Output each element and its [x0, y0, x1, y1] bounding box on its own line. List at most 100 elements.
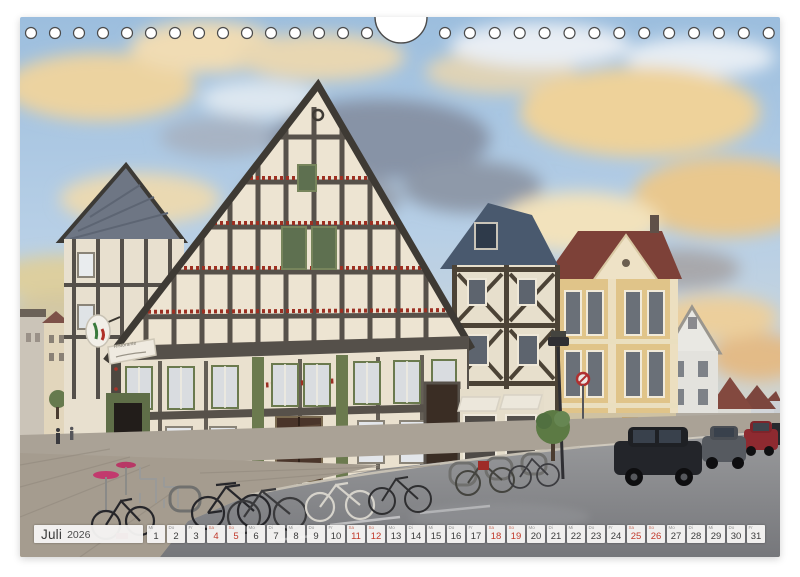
day-number: 7 — [267, 532, 285, 542]
day-cell: So 12 — [367, 525, 385, 543]
day-number: 6 — [247, 532, 265, 542]
day-cell: Mi 8 — [287, 525, 305, 543]
day-cell: Sa 4 — [207, 525, 225, 543]
month-label-box: Juli 2026 — [34, 525, 143, 543]
day-cell: Mo 20 — [527, 525, 545, 543]
day-cell: Fr 10 — [327, 525, 345, 543]
day-number: 9 — [307, 532, 325, 542]
day-cell: Do 9 — [307, 525, 325, 543]
calendar-photo: Ristorante — [20, 17, 780, 557]
day-cell: Di 14 — [407, 525, 425, 543]
weekday-abbr: Sa — [489, 526, 495, 531]
weekday-abbr: Mi — [149, 526, 154, 531]
weekday-abbr: Fr — [609, 526, 613, 531]
weekday-abbr: Di — [549, 526, 553, 531]
day-cell: Mo 13 — [387, 525, 405, 543]
green-shutter-window — [282, 227, 306, 269]
weekday-abbr: Fr — [329, 526, 333, 531]
day-number: 2 — [167, 532, 185, 542]
weekday-abbr: Do — [449, 526, 455, 531]
day-number: 13 — [387, 532, 405, 542]
weekday-abbr: Mo — [389, 526, 395, 531]
month-name: Juli — [41, 527, 62, 542]
weekday-abbr: Do — [169, 526, 175, 531]
year-label: 2026 — [67, 529, 90, 541]
weekday-abbr: So — [649, 526, 655, 531]
weekday-abbr: Fr — [189, 526, 193, 531]
weekday-abbr: Sa — [629, 526, 635, 531]
day-cell: Di 7 — [267, 525, 285, 543]
weekday-abbr: Mo — [669, 526, 675, 531]
red-pannier — [478, 461, 489, 470]
weekday-abbr: Mi — [429, 526, 434, 531]
day-number: 30 — [727, 532, 745, 542]
day-cell: Sa 25 — [627, 525, 645, 543]
weekday-abbr: So — [369, 526, 375, 531]
awning — [500, 395, 542, 409]
day-cell: So 5 — [227, 525, 245, 543]
day-number: 14 — [407, 532, 425, 542]
day-cell: Mo 27 — [667, 525, 685, 543]
day-number: 10 — [327, 532, 345, 542]
day-number: 24 — [607, 532, 625, 542]
awning — [458, 397, 500, 411]
weekday-abbr: Mo — [249, 526, 255, 531]
day-number: 28 — [687, 532, 705, 542]
weekday-abbr: Fr — [469, 526, 473, 531]
day-cell: Do 16 — [447, 525, 465, 543]
day-cell: Sa 11 — [347, 525, 365, 543]
weekday-abbr: Mi — [709, 526, 714, 531]
day-cell: Di 21 — [547, 525, 565, 543]
calendar-page: Ristorante — [0, 0, 800, 577]
day-cell: Do 2 — [167, 525, 185, 543]
day-cell: Fr 31 — [747, 525, 765, 543]
day-number: 25 — [627, 532, 645, 542]
day-number: 26 — [647, 532, 665, 542]
day-number: 1 — [147, 532, 165, 542]
weekday-abbr: Di — [689, 526, 693, 531]
weekday-abbr: Do — [589, 526, 595, 531]
weekday-abbr: So — [509, 526, 515, 531]
day-cell: Mi 1 — [147, 525, 165, 543]
day-cell: Do 23 — [587, 525, 605, 543]
day-cell: So 26 — [647, 525, 665, 543]
weekday-abbr: So — [229, 526, 235, 531]
day-cell: Fr 24 — [607, 525, 625, 543]
day-number: 16 — [447, 532, 465, 542]
day-cell: Do 30 — [727, 525, 745, 543]
day-cell: So 19 — [507, 525, 525, 543]
weekday-abbr: Di — [409, 526, 413, 531]
weekday-abbr: Fr — [749, 526, 753, 531]
weekday-abbr: Mo — [529, 526, 535, 531]
day-number: 12 — [367, 532, 385, 542]
day-number: 20 — [527, 532, 545, 542]
weekday-abbr: Sa — [209, 526, 215, 531]
day-number: 3 — [187, 532, 205, 542]
day-number: 27 — [667, 532, 685, 542]
day-number: 4 — [207, 532, 225, 542]
weekday-abbr: Do — [309, 526, 315, 531]
day-number: 15 — [427, 532, 445, 542]
day-cells: Mi 1 Do 2 Fr 3 Sa 4 So 5 Mo 6 Di 7 Mi 8 … — [147, 525, 765, 543]
weekday-abbr: Di — [269, 526, 273, 531]
calendar-strip: Juli 2026 Mi 1 Do 2 Fr 3 Sa 4 So 5 Mo 6 … — [34, 525, 765, 543]
day-number: 18 — [487, 532, 505, 542]
day-cell: Sa 18 — [487, 525, 505, 543]
day-number: 5 — [227, 532, 245, 542]
day-cell: Di 28 — [687, 525, 705, 543]
day-cell: Mi 15 — [427, 525, 445, 543]
day-number: 31 — [747, 532, 765, 542]
day-cell: Mo 6 — [247, 525, 265, 543]
day-number: 19 — [507, 532, 525, 542]
weekday-abbr: Mi — [289, 526, 294, 531]
weekday-abbr: Do — [729, 526, 735, 531]
weekday-abbr: Sa — [349, 526, 355, 531]
day-number: 11 — [347, 532, 365, 542]
day-number: 8 — [287, 532, 305, 542]
weekday-abbr: Mi — [569, 526, 574, 531]
day-number: 17 — [467, 532, 485, 542]
day-cell: Mi 29 — [707, 525, 725, 543]
day-cell: Fr 17 — [467, 525, 485, 543]
day-number: 21 — [547, 532, 565, 542]
day-cell: Mi 22 — [567, 525, 585, 543]
